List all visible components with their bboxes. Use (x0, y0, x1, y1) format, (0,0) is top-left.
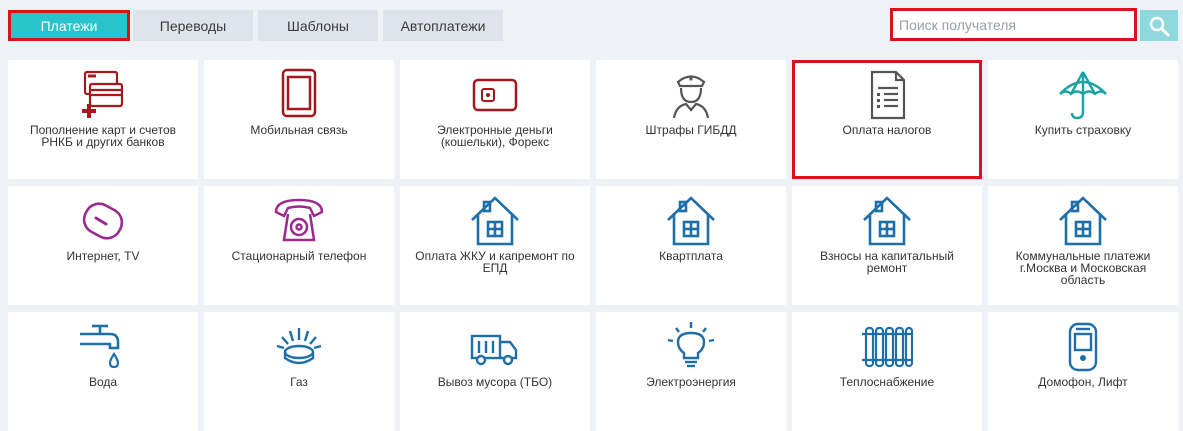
tile-housing-epd[interactable]: Оплата ЖКУ и капремонт по ЕПД (400, 186, 590, 305)
wallet-icon (472, 78, 518, 112)
intercom-icon (1068, 322, 1098, 372)
tax-document-icon (870, 70, 906, 120)
house-icon (667, 196, 715, 246)
tile-label: Взносы на капитальный ремонт (819, 249, 955, 275)
house-icon (863, 196, 911, 246)
tile-label: Электронные деньги (кошельки), Форекс (437, 123, 553, 149)
tile-label: Пополнение карт и счетов РНКБ и других б… (29, 123, 177, 149)
tile-insurance[interactable]: Купить страховку (988, 60, 1178, 179)
search-input[interactable] (893, 11, 1134, 38)
tile-traffic-fines[interactable]: Штрафы ГИБДД (596, 60, 786, 179)
tab-payments[interactable]: Платежи (8, 10, 130, 41)
recipient-search (890, 8, 1137, 41)
tile-label: Газ (290, 375, 308, 389)
tile-internet-tv[interactable]: Интернет, TV (8, 186, 198, 305)
tile-label: Коммунальные платежи г.Москва и Московск… (1015, 249, 1151, 287)
tile-label: Оплата ЖКУ и капремонт по ЕПД (415, 249, 575, 275)
tile-label: Теплоснабжение (839, 375, 935, 389)
tile-capital-repair[interactable]: Взносы на капитальный ремонт (792, 186, 982, 305)
tile-label: Электроэнергия (646, 375, 736, 389)
tab-autopayments[interactable]: Автоплатежи (383, 10, 503, 41)
mobile-phone-icon (281, 68, 317, 118)
tile-label: Интернет, TV (66, 249, 140, 263)
umbrella-icon (1059, 71, 1107, 120)
tile-gas[interactable]: Газ (204, 312, 394, 431)
tile-rent[interactable]: Квартплата (596, 186, 786, 305)
tile-heating[interactable]: Теплоснабжение (792, 312, 982, 431)
house-icon (471, 196, 519, 246)
tile-moscow-utilities[interactable]: Коммунальные платежи г.Москва и Московск… (988, 186, 1178, 305)
tile-mobile[interactable]: Мобильная связь (204, 60, 394, 179)
landline-phone-icon (274, 198, 324, 242)
tile-label: Квартплата (659, 249, 723, 263)
tile-garbage[interactable]: Вывоз мусора (ТБО) (400, 312, 590, 431)
tile-label: Оплата налогов (842, 123, 932, 137)
house-icon (1059, 196, 1107, 246)
tile-electricity[interactable]: Электроэнергия (596, 312, 786, 431)
tab-transfers[interactable]: Переводы (133, 10, 253, 41)
cards-plus-icon (82, 70, 124, 118)
search-icon (1149, 16, 1170, 36)
search-button[interactable] (1140, 10, 1178, 41)
tile-intercom-elevator[interactable]: Домофон, Лифт (988, 312, 1178, 431)
tile-label: Штрафы ГИБДД (645, 123, 737, 137)
tile-card-topup[interactable]: Пополнение карт и счетов РНКБ и других б… (8, 60, 198, 179)
router-icon (82, 202, 124, 240)
tile-landline[interactable]: Стационарный телефон (204, 186, 394, 305)
gas-burner-icon (276, 328, 322, 365)
garbage-truck-icon (470, 334, 518, 366)
tile-label: Домофон, Лифт (1038, 375, 1128, 389)
water-tap-icon (80, 324, 120, 369)
tile-label: Вывоз мусора (ТБО) (437, 375, 553, 389)
tab-templates[interactable]: Шаблоны (258, 10, 378, 41)
tile-label: Купить страховку (1034, 123, 1132, 137)
radiator-icon (862, 326, 914, 368)
tile-e-money[interactable]: Электронные деньги (кошельки), Форекс (400, 60, 590, 179)
tile-label: Мобильная связь (250, 123, 348, 137)
tile-taxes[interactable]: Оплата налогов (792, 60, 982, 179)
traffic-police-icon (672, 75, 710, 119)
light-bulb-icon (667, 322, 715, 368)
tile-label: Стационарный телефон (231, 249, 367, 263)
tile-water[interactable]: Вода (8, 312, 198, 431)
tile-label: Вода (88, 375, 118, 389)
